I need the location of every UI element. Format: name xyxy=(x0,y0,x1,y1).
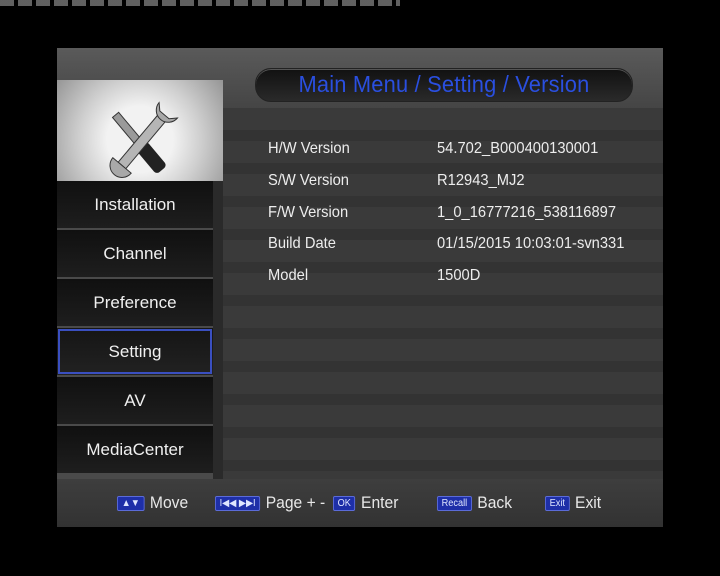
title-pill: Main Menu / Setting / Version xyxy=(255,68,633,102)
hw-version-label: H/W Version xyxy=(268,140,350,157)
menu-item-setting[interactable]: Setting xyxy=(57,328,213,375)
top-stripe-artifact xyxy=(0,0,400,6)
build-date-value: 01/15/2015 10:03:01-svn331 xyxy=(437,235,625,252)
ok-key-icon: OK xyxy=(333,496,356,512)
sidebar-divider xyxy=(213,181,223,479)
version-content xyxy=(223,108,663,479)
menu-item-preference[interactable]: Preference xyxy=(57,279,213,326)
move-key-icon: ▲▼ xyxy=(117,496,145,512)
back-hint: Recall Back xyxy=(437,493,512,513)
fw-version-value: 1_0_16777216_538116897 xyxy=(437,204,617,221)
exit-hint: Exit Exit xyxy=(545,493,601,513)
footer-hints: ▲▼ Move I◀◀ ▶▶I Page + - OK Enter Recall Bac… xyxy=(57,479,663,527)
move-hint: ▲▼ Move xyxy=(117,493,188,513)
model-label: Model xyxy=(268,267,309,284)
build-date-label: Build Date xyxy=(268,235,336,252)
move-hint-label: Move xyxy=(149,493,189,512)
page-title: Main Menu / Setting / Version xyxy=(298,71,590,97)
model-value: 1500D xyxy=(437,267,481,284)
page-hint: I◀◀ ▶▶I Page + - xyxy=(215,493,325,513)
sw-version-label: S/W Version xyxy=(268,172,349,189)
recall-key-icon: Recall xyxy=(437,496,472,512)
page-hint-label: Page + - xyxy=(265,493,326,512)
menu-item-channel[interactable]: Channel xyxy=(57,230,213,277)
page-key-icon: I◀◀ ▶▶I xyxy=(215,496,261,512)
hw-version-value: 54.702_B000400130001 xyxy=(437,140,599,157)
enter-hint: OK Enter xyxy=(333,493,398,513)
menu-item-mediacenter[interactable]: MediaCenter xyxy=(57,426,213,473)
wrench-screwdriver-icon xyxy=(109,101,179,178)
back-hint-label: Back xyxy=(477,493,513,512)
side-menu: Installation Channel Preference Setting … xyxy=(57,181,213,475)
fw-version-label: F/W Version xyxy=(268,204,349,221)
main-menu-panel: Main Menu / Setting / Version Installati… xyxy=(57,48,663,527)
menu-item-av[interactable]: AV xyxy=(57,377,213,424)
sw-version-value: R12943_MJ2 xyxy=(437,172,525,189)
enter-hint-label: Enter xyxy=(361,493,399,512)
exit-hint-label: Exit xyxy=(575,493,602,512)
exit-key-icon: Exit xyxy=(545,496,570,512)
menu-item-installation[interactable]: Installation xyxy=(57,181,213,228)
